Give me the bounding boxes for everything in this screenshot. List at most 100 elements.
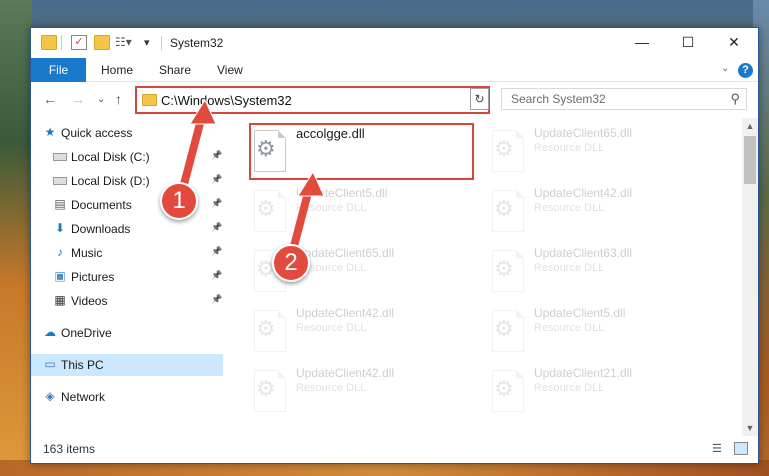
- file-item[interactable]: ⚙ UpdateClient21.dll Resource DLL: [486, 362, 711, 422]
- gear-icon: ⚙: [494, 196, 514, 221]
- new-folder-icon[interactable]: [94, 35, 110, 50]
- callout-1: 1: [160, 182, 198, 220]
- sidebar-item-quick-access[interactable]: ★ Quick access: [31, 122, 223, 144]
- navigation-pane: ★ Quick access Local Disk (C:) 📌 Local Disk …: [31, 118, 227, 436]
- sidebar-item-this-pc[interactable]: ▭ This PC: [31, 354, 223, 376]
- sidebar-item-label: Downloads: [71, 222, 131, 236]
- document-icon: ▤: [54, 197, 66, 211]
- drive-icon: [53, 177, 67, 185]
- file-type: Resource DLL: [296, 382, 367, 394]
- title-separator: [161, 36, 162, 50]
- pin-icon: 📌: [211, 246, 223, 256]
- scrollbar-thumb[interactable]: [744, 136, 756, 184]
- tab-share[interactable]: Share: [159, 58, 191, 82]
- minimize-button[interactable]: —: [619, 28, 665, 58]
- video-icon: ▦: [54, 293, 66, 307]
- sidebar-item-onedrive[interactable]: ☁ OneDrive: [31, 322, 223, 344]
- file-item[interactable]: ⚙ UpdateClient63.dll Resource DLL: [486, 242, 711, 302]
- folder-icon: [41, 35, 57, 50]
- file-explorer-window: ✓ ☷▾ ▾ System32 — ☐ ✕ File Home Share Vi…: [30, 27, 759, 464]
- quick-access-toolbar-dropdown-icon[interactable]: ▾: [144, 36, 160, 51]
- file-name: UpdateClient42.dll: [534, 186, 633, 200]
- file-type: Resource DLL: [534, 322, 605, 334]
- drive-icon: [53, 153, 67, 161]
- sidebar-item-label: OneDrive: [61, 326, 112, 340]
- gear-icon: ⚙: [494, 376, 514, 401]
- tab-home[interactable]: Home: [101, 58, 133, 82]
- file-type: Resource DLL: [296, 202, 367, 214]
- file-type: Resource DLL: [534, 382, 605, 394]
- pin-icon: 📌: [211, 294, 223, 304]
- file-item[interactable]: ⚙ UpdateClient5.dll Resource DLL: [248, 182, 473, 242]
- sidebar-item-label: Network: [61, 390, 106, 404]
- search-input[interactable]: Search System32: [511, 92, 606, 106]
- gear-icon: ⚙: [256, 376, 276, 401]
- navigation-bar: ← → ⌄ ↑ C:\Windows\System32 ⌄ ↻ Search S…: [31, 83, 758, 117]
- search-box[interactable]: Search System32 ⚲: [501, 88, 747, 110]
- pin-icon: 📌: [211, 198, 223, 208]
- file-name: UpdateClient65.dll: [534, 126, 633, 140]
- tab-file[interactable]: File: [31, 58, 86, 82]
- vertical-scrollbar[interactable]: ▲ ▼: [742, 118, 758, 436]
- sidebar-item-label: Documents: [71, 198, 132, 212]
- file-item[interactable]: ⚙ UpdateClient65.dll Resource DLL: [486, 122, 711, 182]
- pin-icon: 📌: [211, 150, 223, 160]
- address-path[interactable]: C:\Windows\System32: [161, 93, 292, 108]
- file-type: Resource DLL: [534, 202, 605, 214]
- music-icon: ♪: [57, 245, 63, 259]
- maximize-button[interactable]: ☐: [665, 28, 711, 58]
- chevron-down-icon[interactable]: ⌄: [721, 63, 729, 74]
- forward-arrow-icon[interactable]: →: [71, 91, 85, 107]
- file-name: UpdateClient5.dll: [534, 306, 626, 320]
- sidebar-item-local-disk-c[interactable]: Local Disk (C:) 📌: [31, 146, 223, 168]
- ribbon-tabs: File Home Share View ⌄ ?: [31, 58, 758, 82]
- gear-icon: ⚙: [494, 136, 514, 161]
- large-icons-view-icon[interactable]: [734, 442, 748, 455]
- computer-icon: ▭: [44, 357, 56, 371]
- file-type: Resource DLL: [296, 322, 367, 334]
- sidebar-item-downloads[interactable]: ⬇ Downloads 📌: [31, 218, 223, 240]
- up-arrow-icon[interactable]: ↑: [115, 91, 122, 107]
- properties-icon[interactable]: ✓: [71, 35, 87, 50]
- network-icon: ◈: [45, 389, 55, 403]
- scroll-down-icon[interactable]: ▼: [742, 420, 758, 436]
- recent-locations-chevron-icon[interactable]: ⌄: [97, 94, 105, 105]
- search-icon[interactable]: ⚲: [730, 91, 740, 107]
- title-bar: ✓ ☷▾ ▾ System32 — ☐ ✕: [31, 28, 758, 58]
- pin-icon: 📌: [211, 174, 223, 184]
- back-arrow-icon[interactable]: ←: [43, 91, 57, 107]
- address-bar[interactable]: C:\Windows\System32 ⌄: [135, 86, 490, 114]
- gear-icon: ⚙: [494, 256, 514, 281]
- customize-view-icon[interactable]: ☷▾: [115, 35, 132, 50]
- scroll-up-icon[interactable]: ▲: [742, 118, 758, 134]
- cloud-icon: ☁: [44, 325, 56, 339]
- pictures-icon: ▣: [54, 269, 66, 283]
- close-button[interactable]: ✕: [711, 28, 757, 58]
- sidebar-item-network[interactable]: ◈ Network: [31, 386, 223, 408]
- desktop-background-left: [0, 0, 32, 476]
- status-bar: 163 items ☰: [31, 436, 758, 463]
- highlight-box: [249, 123, 474, 180]
- file-item[interactable]: ⚙ UpdateClient42.dll Resource DLL: [486, 182, 711, 242]
- sidebar-item-label: Local Disk (C:): [71, 150, 150, 164]
- file-item[interactable]: ⚙ UpdateClient42.dll Resource DLL: [248, 362, 473, 422]
- file-name: UpdateClient21.dll: [534, 366, 633, 380]
- sidebar-item-pictures[interactable]: ▣ Pictures 📌: [31, 266, 223, 288]
- pin-icon: 📌: [211, 222, 223, 232]
- gear-icon: ⚙: [494, 316, 514, 341]
- sidebar-item-videos[interactable]: ▦ Videos 📌: [31, 290, 223, 312]
- gear-icon: ⚙: [256, 196, 276, 221]
- file-item[interactable]: ⚙ UpdateClient42.dll Resource DLL: [248, 302, 473, 362]
- sidebar-item-label: Local Disk (D:): [71, 174, 150, 188]
- gear-icon: ⚙: [256, 316, 276, 341]
- sidebar-item-music[interactable]: ♪ Music 📌: [31, 242, 223, 264]
- tab-view[interactable]: View: [217, 58, 243, 82]
- separator: [61, 35, 62, 50]
- sidebar-item-label: Videos: [71, 294, 108, 308]
- file-item[interactable]: ⚙ UpdateClient5.dll Resource DLL: [486, 302, 711, 362]
- sidebar-item-label: Music: [71, 246, 103, 260]
- file-name: UpdateClient42.dll: [296, 366, 395, 380]
- refresh-button[interactable]: ↻: [470, 88, 489, 110]
- help-icon[interactable]: ?: [738, 63, 753, 78]
- details-view-icon[interactable]: ☰: [712, 442, 726, 455]
